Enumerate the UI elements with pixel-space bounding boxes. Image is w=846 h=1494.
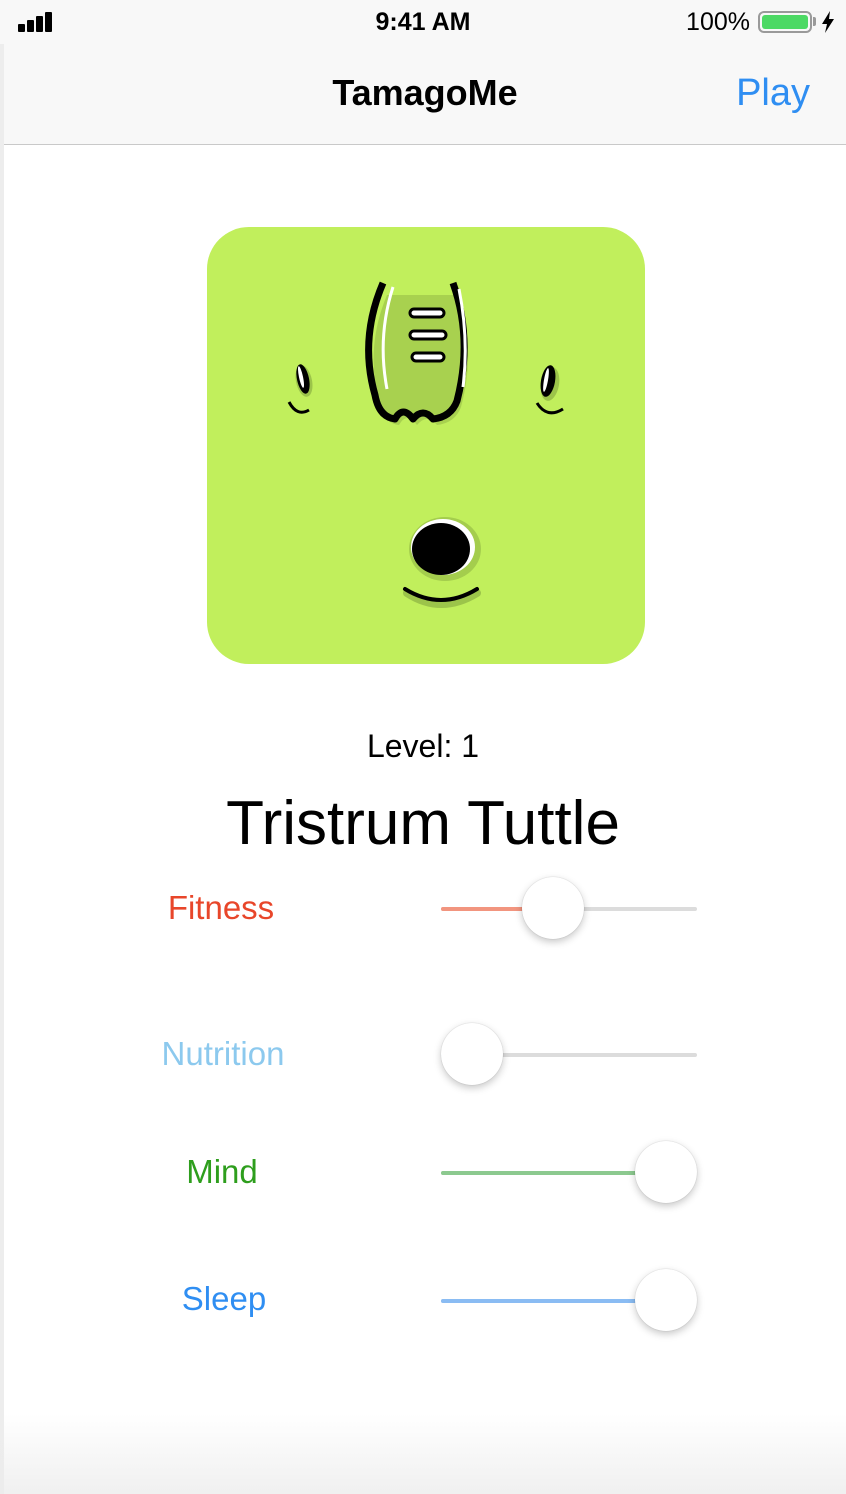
charging-bolt-icon bbox=[822, 11, 834, 33]
battery-level bbox=[762, 15, 808, 29]
pet-nose bbox=[365, 281, 469, 425]
left-eye bbox=[287, 364, 313, 414]
play-button[interactable]: Play bbox=[736, 72, 810, 115]
navigation-bar: TamagoMe Play bbox=[4, 44, 846, 145]
window-edge bbox=[0, 44, 4, 1494]
slider-thumb[interactable] bbox=[635, 1141, 697, 1203]
pet-level: Level: 1 bbox=[366, 728, 480, 764]
right-eye bbox=[535, 365, 564, 415]
app-screen: 9:41 AM 100% TamagoMe Play Level: 1 Tris… bbox=[0, 0, 846, 1494]
slider-thumb[interactable] bbox=[635, 1269, 697, 1331]
mind-slider[interactable] bbox=[441, 1141, 697, 1205]
nav-title: TamagoMe bbox=[332, 72, 518, 113]
nutrition-label: Nutrition bbox=[161, 1035, 285, 1072]
pet-name: Tristrum Tuttle bbox=[226, 789, 620, 858]
status-bar: 9:41 AM 100% bbox=[0, 0, 846, 44]
slider-fill bbox=[441, 1299, 666, 1303]
bottom-shadow bbox=[0, 1414, 846, 1494]
slider-thumb[interactable] bbox=[522, 877, 585, 939]
pet-face bbox=[287, 281, 564, 608]
slider-thumb[interactable] bbox=[441, 1023, 503, 1085]
battery-icon bbox=[758, 11, 812, 33]
sleep-slider[interactable] bbox=[441, 1269, 697, 1333]
battery-nub bbox=[813, 17, 816, 26]
slider-fill bbox=[441, 1171, 666, 1175]
fitness-label: Fitness bbox=[167, 889, 275, 926]
mind-label: Mind bbox=[186, 1153, 258, 1190]
pet-mouth bbox=[403, 517, 481, 608]
pet-avatar[interactable] bbox=[207, 227, 645, 664]
fitness-slider[interactable] bbox=[441, 877, 697, 941]
nutrition-slider[interactable] bbox=[441, 1023, 697, 1087]
battery-percent: 100% bbox=[686, 8, 750, 36]
sleep-label: Sleep bbox=[181, 1280, 267, 1317]
